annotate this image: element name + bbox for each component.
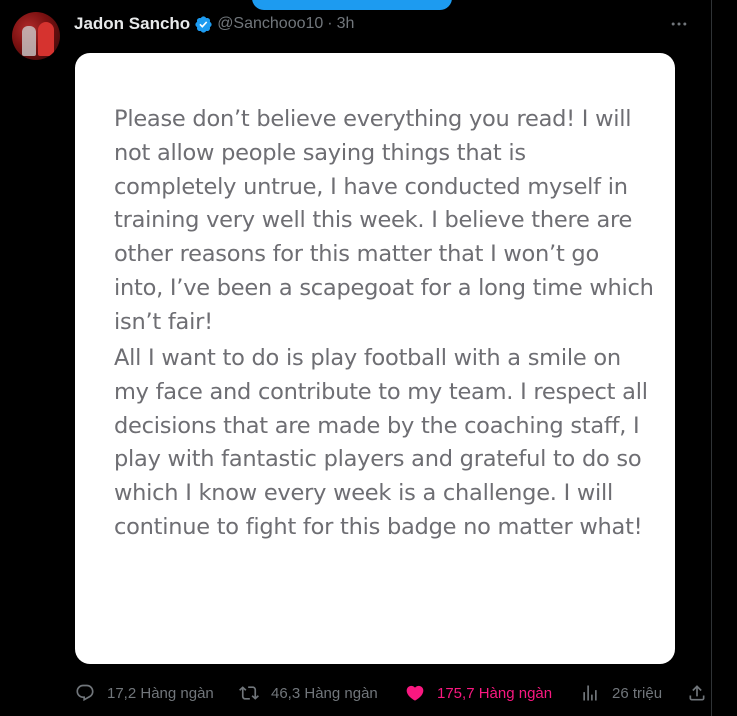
- action-bar: 17,2 Hàng ngàn 46,3 Hàng ngàn 175,7 Hàng…: [75, 681, 715, 705]
- view-count: 26 triệu: [612, 684, 663, 702]
- statement-paragraph-2: All I want to do is play football with a…: [114, 345, 648, 540]
- reply-icon: [76, 684, 94, 702]
- like-heart-icon: [406, 685, 424, 701]
- separator: ·: [327, 15, 333, 32]
- views-icon: [583, 685, 597, 701]
- share-button[interactable]: [687, 681, 719, 705]
- share-icon: [689, 685, 705, 701]
- avatar-figure-left: [22, 26, 36, 56]
- new-posts-pill[interactable]: [252, 0, 452, 10]
- tweet-header: Jadon Sancho @Sanchooo10 · 3h: [74, 13, 354, 35]
- avatar[interactable]: [12, 12, 60, 60]
- tweet-image[interactable]: Please don’t believe everything you read…: [75, 53, 675, 664]
- reply-count: 17,2 Hàng ngàn: [107, 684, 214, 702]
- views-button[interactable]: 26 triệu: [580, 681, 662, 705]
- repost-count: 46,3 Hàng ngàn: [271, 684, 378, 702]
- reply-button[interactable]: 17,2 Hàng ngàn: [75, 681, 214, 705]
- tweet: Jadon Sancho @Sanchooo10 · 3h Please don…: [0, 0, 737, 716]
- column-border: [711, 0, 712, 716]
- author-name[interactable]: Jadon Sancho: [74, 14, 190, 34]
- retweet-icon: [239, 686, 259, 700]
- verified-badge-icon: [195, 15, 212, 33]
- avatar-figure-right: [38, 22, 54, 56]
- timestamp[interactable]: 3h: [337, 15, 355, 33]
- like-button[interactable]: 175,7 Hàng ngàn: [405, 681, 552, 705]
- more-options-icon[interactable]: [669, 14, 689, 34]
- like-count: 175,7 Hàng ngàn: [437, 684, 553, 702]
- statement-paragraph-1: Please don’t believe everything you read…: [114, 106, 654, 335]
- author-handle[interactable]: @Sanchooo10: [217, 15, 323, 33]
- repost-button[interactable]: 46,3 Hàng ngàn: [239, 681, 378, 705]
